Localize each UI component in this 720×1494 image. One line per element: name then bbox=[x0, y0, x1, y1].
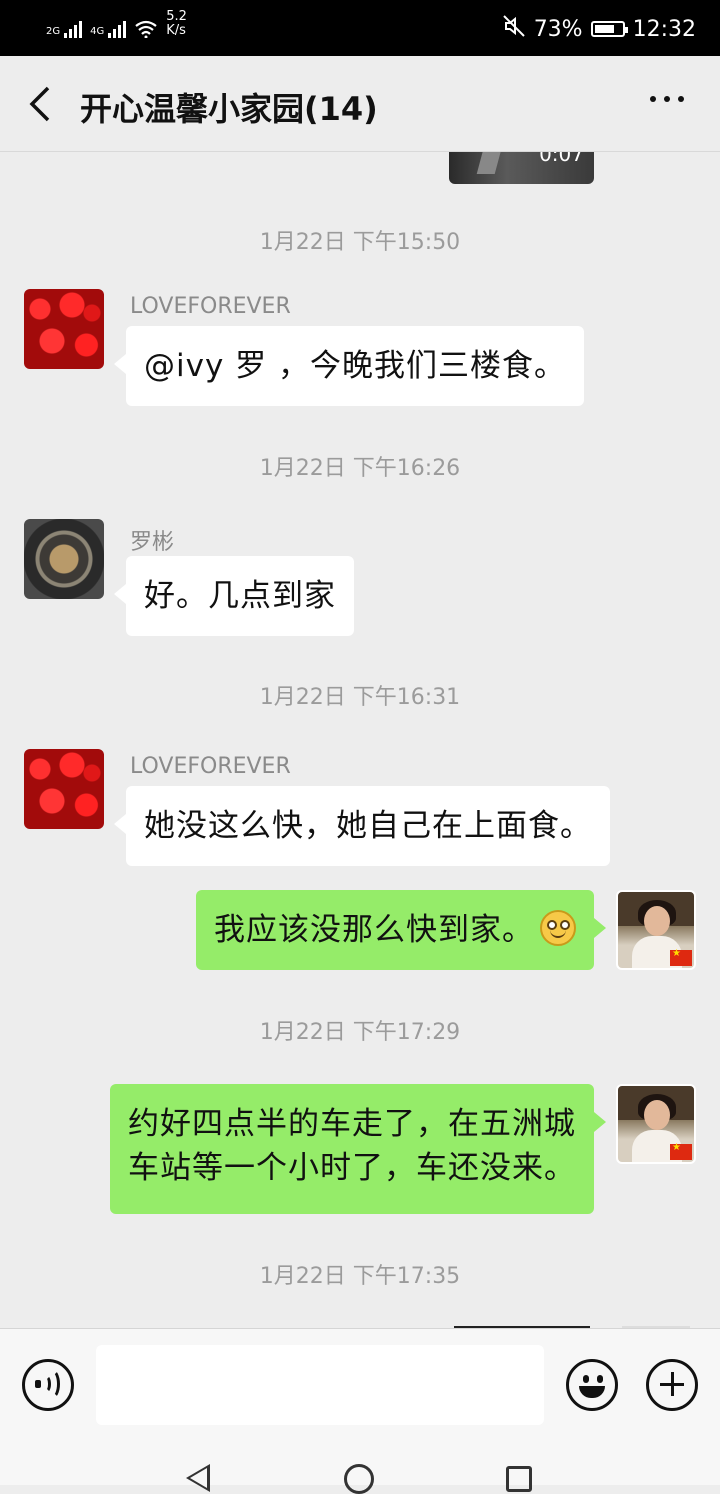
speed-value: 5.2 bbox=[166, 9, 187, 24]
sender-name: LOVEFOREVER bbox=[130, 754, 291, 779]
video-duration: 0:07 bbox=[539, 152, 584, 166]
status-left: 2G 4G 5.2 K/s bbox=[46, 10, 187, 39]
message-bubble[interactable]: 好。几点到家 bbox=[114, 556, 354, 636]
back-arrow-icon[interactable] bbox=[26, 86, 56, 122]
coin-avatar[interactable] bbox=[24, 519, 104, 599]
voice-icon[interactable] bbox=[22, 1359, 74, 1411]
message-text-line: 约好四点半的车走了，在五洲城 bbox=[128, 1106, 576, 1142]
nav-home-icon[interactable] bbox=[344, 1464, 374, 1494]
message-bubble[interactable]: 她没这么快，她自己在上面食。 bbox=[114, 786, 610, 866]
signal-2g-label: 2G bbox=[46, 26, 61, 37]
chat-header: 开心温馨小家园(14) bbox=[0, 56, 720, 152]
message-text-line: 车站等一个小时了，车还没来。 bbox=[128, 1150, 576, 1186]
roses-avatar[interactable] bbox=[24, 289, 104, 369]
message-input[interactable] bbox=[96, 1345, 544, 1425]
nav-back-icon[interactable] bbox=[186, 1464, 210, 1492]
message-list[interactable]: 0:07 1月22日 下午15:50 LOVEFOREVER @ivy 罗 ，今… bbox=[0, 152, 720, 1328]
message-bubble-mine[interactable]: 我应该没那么快到家。 bbox=[196, 890, 606, 970]
speed-unit: K/s bbox=[166, 23, 186, 38]
china-flag-icon bbox=[670, 948, 692, 966]
emoji-icon[interactable] bbox=[566, 1359, 618, 1411]
nav-recents-icon[interactable] bbox=[506, 1466, 532, 1492]
signal-2g-icon: 2G bbox=[46, 21, 83, 38]
input-bar bbox=[0, 1328, 720, 1440]
self-avatar[interactable] bbox=[616, 1084, 696, 1164]
message-bubble[interactable]: @ivy 罗 ，今晚我们三楼食。 bbox=[113, 326, 585, 406]
status-bar: 2G 4G 5.2 K/s 73% 12:32 bbox=[0, 0, 720, 56]
china-flag-icon bbox=[670, 1142, 692, 1160]
sender-name: 罗彬 bbox=[130, 530, 175, 555]
wifi-icon bbox=[134, 20, 158, 39]
plus-icon[interactable] bbox=[646, 1359, 698, 1411]
timestamp: 1月22日 下午16:26 bbox=[259, 456, 461, 481]
sender-name: LOVEFOREVER bbox=[130, 294, 291, 319]
timestamp: 1月22日 下午17:35 bbox=[259, 1264, 461, 1289]
video-message[interactable]: 0:07 bbox=[449, 152, 594, 184]
roses-avatar[interactable] bbox=[24, 749, 104, 829]
signal-4g-icon: 4G bbox=[90, 21, 127, 38]
battery-icon bbox=[590, 21, 628, 37]
status-right: 73% 12:32 bbox=[502, 14, 696, 44]
chat-title: 开心温馨小家园(14) bbox=[80, 90, 378, 128]
mute-icon bbox=[502, 14, 526, 44]
message-bubble-mine[interactable]: 约好四点半的车走了，在五洲城 车站等一个小时了，车还没来。 bbox=[110, 1084, 606, 1214]
signal-4g-label: 4G bbox=[90, 26, 105, 37]
timestamp: 1月22日 下午16:31 bbox=[259, 685, 461, 710]
battery-percent: 73% bbox=[533, 16, 583, 42]
network-speed: 5.2 K/s bbox=[166, 10, 187, 38]
timestamp: 1月22日 下午15:50 bbox=[259, 230, 461, 255]
system-nav-bar bbox=[0, 1440, 720, 1494]
smile-emoji-icon bbox=[540, 910, 576, 946]
clock: 12:32 bbox=[632, 16, 696, 42]
self-avatar[interactable] bbox=[616, 890, 696, 970]
timestamp: 1月22日 下午17:29 bbox=[259, 1020, 461, 1045]
more-icon[interactable] bbox=[650, 96, 684, 102]
message-text: 我应该没那么快到家。 bbox=[214, 912, 534, 948]
